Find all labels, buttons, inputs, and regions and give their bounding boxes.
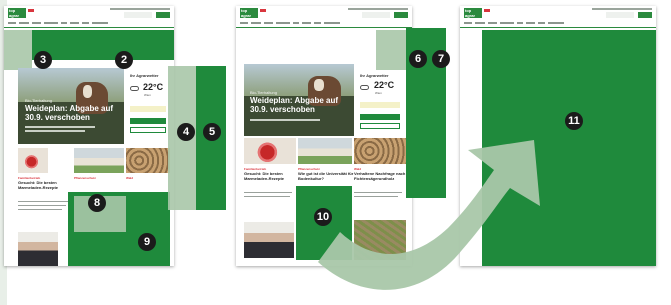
step-badge-4: 4 bbox=[177, 123, 195, 141]
step-badge-8: 8 bbox=[88, 194, 106, 212]
step-badge-5: 5 bbox=[203, 123, 221, 141]
step-badge-10: 10 bbox=[314, 208, 332, 226]
step-badge-7: 7 bbox=[432, 50, 450, 68]
step-badge-11: 11 bbox=[565, 112, 583, 130]
step-badge-9: 9 bbox=[138, 233, 156, 251]
arrow-shape bbox=[318, 140, 540, 290]
step-badge-3: 3 bbox=[34, 51, 52, 69]
step-badge-1: 2 bbox=[115, 51, 133, 69]
transition-arrow bbox=[318, 140, 540, 290]
step-badge-6: 6 bbox=[409, 50, 427, 68]
